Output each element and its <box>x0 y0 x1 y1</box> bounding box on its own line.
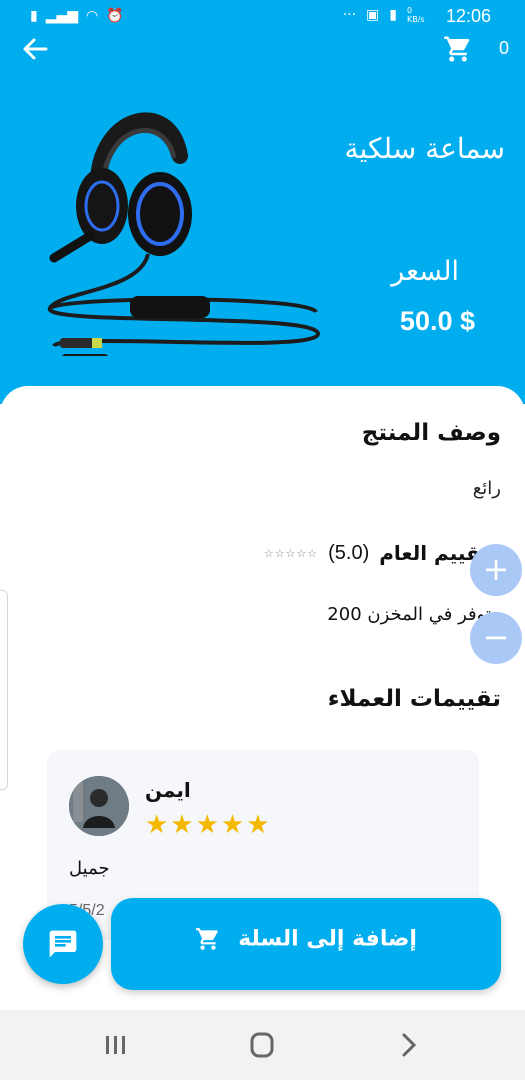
battery-icon: ▮ <box>30 8 38 24</box>
side-drawer-handle[interactable] <box>0 590 8 790</box>
increase-quantity-button[interactable]: + <box>470 544 522 596</box>
cart-button[interactable]: 0 <box>441 34 511 64</box>
description-title: وصف المنتج <box>361 420 501 446</box>
overall-rating: التقييم العام (5.0) ☆☆☆☆☆ <box>264 538 503 568</box>
review-stars: ★★★★★ <box>145 810 272 840</box>
wifi-icon: ◠ <box>86 8 99 24</box>
gallery-icon: ▣ <box>366 7 380 23</box>
signal-icon: ▂▄▆ <box>45 8 79 24</box>
price-label: السعر <box>391 256 459 287</box>
rating-value: (5.0) <box>328 541 370 564</box>
chevron-right-icon <box>402 1033 417 1057</box>
product-image <box>40 86 330 366</box>
description-text: رائع <box>472 478 501 499</box>
cart-count: 0 <box>498 38 509 58</box>
status-clock: 12:06 <box>445 6 491 26</box>
product-name: سماعة سلكية <box>344 132 505 165</box>
status-left-icons: ▮ ▂▄▆ ◠ ⏰ <box>30 8 124 24</box>
review-text: جميل <box>69 858 110 879</box>
product-hero: 0 سماعة سلكية السعر 50.0 $ <box>0 34 525 404</box>
decrease-quantity-button[interactable]: − <box>470 612 522 664</box>
chat-icon <box>49 930 77 958</box>
system-navigation-bar <box>0 1010 525 1080</box>
status-right-icons: ··· ▣ ▮ 0 KB/s <box>343 6 429 24</box>
price-value: 50.0 $ <box>399 306 475 336</box>
recent-apps-icon <box>106 1036 125 1054</box>
sim-icon: ▮ <box>389 7 397 23</box>
rating-stars: ☆☆☆☆☆ <box>263 546 319 560</box>
back-button[interactable] <box>20 34 54 64</box>
arrow-left-icon <box>23 38 48 60</box>
avatar <box>69 776 129 836</box>
alarm-icon: ⏰ <box>106 8 124 24</box>
recent-apps-button[interactable] <box>96 1028 136 1062</box>
reviewer-name: ايمن <box>145 778 191 802</box>
status-bar: ▮ ▂▄▆ ◠ ⏰ ··· ▣ ▮ 0 KB/s 12:06 <box>0 0 525 34</box>
home-button[interactable] <box>242 1028 282 1062</box>
cart-icon <box>196 928 218 950</box>
more-dots-icon: ··· <box>342 7 357 23</box>
cart-icon <box>444 36 470 62</box>
chat-button[interactable] <box>23 904 103 984</box>
reviews-title: تقييمات العملاء <box>327 686 501 712</box>
add-to-cart-button[interactable]: إضافة إلى السلة <box>111 898 501 990</box>
system-back-button[interactable] <box>388 1028 428 1062</box>
home-icon <box>250 1032 274 1058</box>
data-speed: 0 KB/s <box>407 6 425 24</box>
add-to-cart-label: إضافة إلى السلة <box>238 926 417 952</box>
